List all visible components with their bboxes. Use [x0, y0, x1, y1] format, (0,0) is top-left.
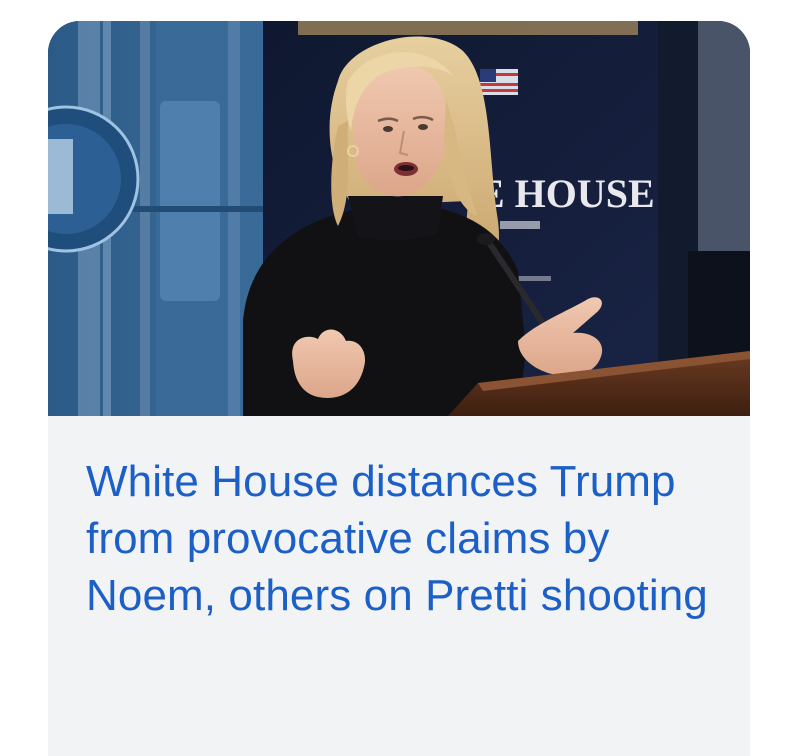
- article-thumbnail[interactable]: E HOUSE: [48, 21, 750, 416]
- backdrop-text: E HOUSE: [478, 171, 655, 216]
- article-headline[interactable]: White House distances Trump from provoca…: [86, 453, 716, 624]
- news-card[interactable]: E HOUSE White House distances Trump from…: [48, 21, 750, 756]
